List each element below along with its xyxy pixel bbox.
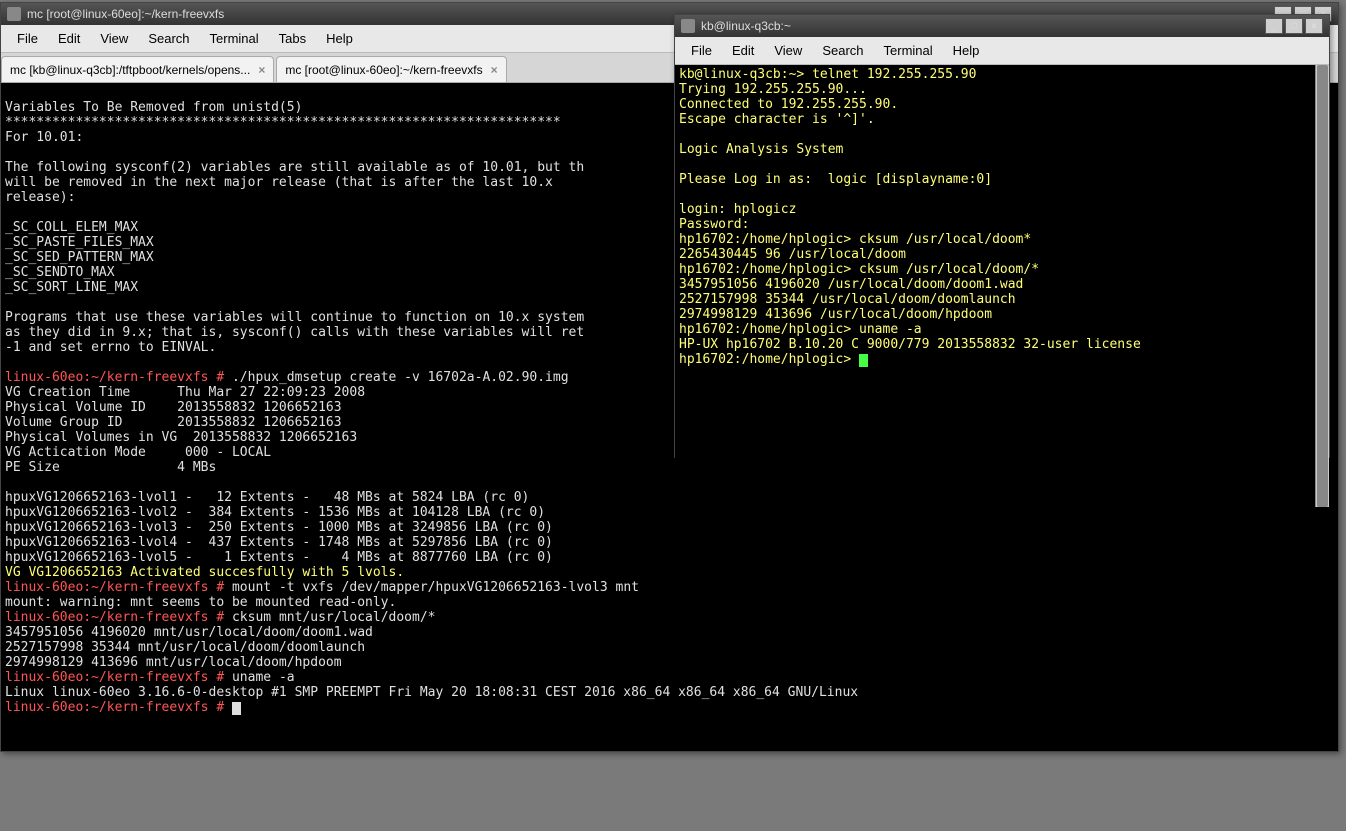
menu-search[interactable]: Search [812,39,873,62]
tab-1-label: mc [root@linux-60eo]:~/kern-freevxfs [285,63,482,77]
terminal-right[interactable]: kb@linux-q3cb:~> telnet 192.255.255.90 T… [675,65,1329,459]
window-title-left: mc [root@linux-60eo]:~/kern-freevxfs [27,7,224,21]
menu-view[interactable]: View [764,39,812,62]
close-button[interactable]: × [1305,18,1323,34]
menu-tabs[interactable]: Tabs [269,27,316,50]
minimize-button[interactable]: _ [1265,18,1283,34]
menu-edit[interactable]: Edit [48,27,90,50]
menu-terminal[interactable]: Terminal [874,39,943,62]
menu-view[interactable]: View [90,27,138,50]
terminal-window-right: kb@linux-q3cb:~ _ □ × File Edit View Sea… [674,14,1330,458]
app-icon [681,19,695,33]
menu-edit[interactable]: Edit [722,39,764,62]
titlebar-right[interactable]: kb@linux-q3cb:~ _ □ × [675,15,1329,37]
scrollbar-right[interactable] [1315,65,1329,507]
cursor-left [232,702,241,715]
tab-0-close-icon[interactable]: × [258,63,265,77]
scrollbar-thumb[interactable] [1317,65,1328,507]
menu-help[interactable]: Help [943,39,990,62]
menubar-right: File Edit View Search Terminal Help [675,37,1329,65]
cursor-right [859,354,868,367]
window-title-right: kb@linux-q3cb:~ [701,19,791,33]
tab-0[interactable]: mc [kb@linux-q3cb]:/tftpboot/kernels/ope… [1,56,274,82]
tab-1-close-icon[interactable]: × [491,63,498,77]
app-icon [7,7,21,21]
menu-help[interactable]: Help [316,27,363,50]
menu-terminal[interactable]: Terminal [200,27,269,50]
tab-0-label: mc [kb@linux-q3cb]:/tftpboot/kernels/ope… [10,63,250,77]
menu-file[interactable]: File [681,39,722,62]
maximize-button[interactable]: □ [1285,18,1303,34]
menu-file[interactable]: File [7,27,48,50]
tab-1[interactable]: mc [root@linux-60eo]:~/kern-freevxfs × [276,56,506,82]
menu-search[interactable]: Search [138,27,199,50]
